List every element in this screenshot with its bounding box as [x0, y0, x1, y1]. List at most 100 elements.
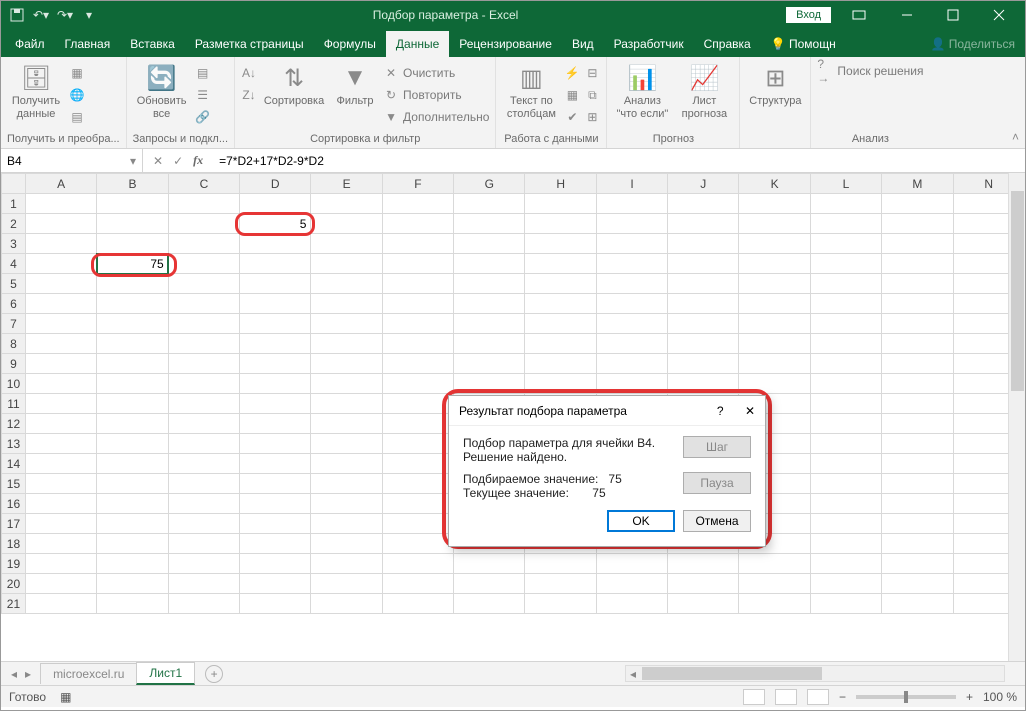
sheet-tab-2[interactable]: Лист1	[136, 662, 195, 685]
cell-M12[interactable]	[882, 414, 953, 434]
cell-G2[interactable]	[454, 214, 525, 234]
cell-H7[interactable]	[525, 314, 596, 334]
cell-H21[interactable]	[525, 594, 596, 614]
cell-D15[interactable]	[240, 474, 311, 494]
cell-I9[interactable]	[596, 354, 667, 374]
cell-J4[interactable]	[668, 254, 739, 274]
cell-D19[interactable]	[240, 554, 311, 574]
sheet-tab-1[interactable]: microexcel.ru	[40, 663, 137, 684]
tell-me-icon[interactable]: 💡 Помощн	[761, 31, 846, 57]
tab-developer[interactable]: Разработчик	[604, 31, 694, 57]
cell-J9[interactable]	[668, 354, 739, 374]
row-header-13[interactable]: 13	[2, 434, 26, 454]
share-button[interactable]: 👤 Поделиться	[920, 31, 1025, 57]
login-button[interactable]: Вход	[786, 7, 831, 23]
cell-C8[interactable]	[168, 334, 239, 354]
row-header-11[interactable]: 11	[2, 394, 26, 414]
cell-A6[interactable]	[25, 294, 96, 314]
cell-E12[interactable]	[311, 414, 382, 434]
cell-I6[interactable]	[596, 294, 667, 314]
cell-J2[interactable]	[668, 214, 739, 234]
cell-C14[interactable]	[168, 454, 239, 474]
solver-button[interactable]: ?→Поиск решения	[817, 61, 923, 81]
cell-H10[interactable]	[525, 374, 596, 394]
cell-I2[interactable]	[596, 214, 667, 234]
chevron-down-icon[interactable]: ▾	[130, 154, 136, 168]
col-header-E[interactable]: E	[311, 174, 382, 194]
cell-L6[interactable]	[810, 294, 881, 314]
cell-A3[interactable]	[25, 234, 96, 254]
cell-L11[interactable]	[810, 394, 881, 414]
cell-B5[interactable]	[97, 274, 168, 294]
cell-D8[interactable]	[240, 334, 311, 354]
cell-F14[interactable]	[382, 454, 453, 474]
cell-D17[interactable]	[240, 514, 311, 534]
view-layout-icon[interactable]	[775, 689, 797, 705]
remove-dup-button[interactable]: ▦	[564, 85, 580, 105]
collapse-ribbon-icon[interactable]: ˄	[1012, 130, 1019, 144]
cell-C18[interactable]	[168, 534, 239, 554]
cell-I10[interactable]	[596, 374, 667, 394]
cell-K20[interactable]	[739, 574, 810, 594]
cell-M18[interactable]	[882, 534, 953, 554]
cell-A20[interactable]	[25, 574, 96, 594]
relationships-button[interactable]: ⧉	[584, 85, 600, 105]
col-header-G[interactable]: G	[454, 174, 525, 194]
tab-data[interactable]: Данные	[386, 31, 449, 57]
cell-B15[interactable]	[97, 474, 168, 494]
cell-F3[interactable]	[382, 234, 453, 254]
zoom-out-icon[interactable]: −	[839, 690, 846, 704]
cell-G21[interactable]	[454, 594, 525, 614]
cell-A18[interactable]	[25, 534, 96, 554]
validation-button[interactable]: ✔	[564, 107, 580, 127]
cell-L12[interactable]	[810, 414, 881, 434]
cell-C19[interactable]	[168, 554, 239, 574]
cell-H4[interactable]	[525, 254, 596, 274]
cell-M8[interactable]	[882, 334, 953, 354]
cell-H5[interactable]	[525, 274, 596, 294]
cell-K9[interactable]	[739, 354, 810, 374]
horizontal-scrollbar[interactable]: ◂	[625, 665, 1005, 682]
cell-J7[interactable]	[668, 314, 739, 334]
cell-K10[interactable]	[739, 374, 810, 394]
cell-H19[interactable]	[525, 554, 596, 574]
cell-D2[interactable]: 5	[240, 214, 311, 234]
col-header-M[interactable]: M	[882, 174, 953, 194]
tab-insert[interactable]: Вставка	[120, 31, 185, 57]
cell-L21[interactable]	[810, 594, 881, 614]
cell-M4[interactable]	[882, 254, 953, 274]
tab-formulas[interactable]: Формулы	[314, 31, 386, 57]
cell-F6[interactable]	[382, 294, 453, 314]
cell-D7[interactable]	[240, 314, 311, 334]
hscroll-thumb[interactable]	[642, 667, 822, 680]
cell-H2[interactable]	[525, 214, 596, 234]
row-header-18[interactable]: 18	[2, 534, 26, 554]
cell-E8[interactable]	[311, 334, 382, 354]
cell-C7[interactable]	[168, 314, 239, 334]
cell-I4[interactable]	[596, 254, 667, 274]
cell-F8[interactable]	[382, 334, 453, 354]
cell-D21[interactable]	[240, 594, 311, 614]
cell-L16[interactable]	[810, 494, 881, 514]
cell-L3[interactable]	[810, 234, 881, 254]
cell-E2[interactable]	[311, 214, 382, 234]
cell-G3[interactable]	[454, 234, 525, 254]
cell-K8[interactable]	[739, 334, 810, 354]
cell-A17[interactable]	[25, 514, 96, 534]
cell-A10[interactable]	[25, 374, 96, 394]
cell-I1[interactable]	[596, 194, 667, 214]
ribbon-display-icon[interactable]	[845, 1, 873, 29]
maximize-icon[interactable]	[931, 1, 975, 29]
cell-I5[interactable]	[596, 274, 667, 294]
cell-G8[interactable]	[454, 334, 525, 354]
cell-D13[interactable]	[240, 434, 311, 454]
cell-L5[interactable]	[810, 274, 881, 294]
cell-D20[interactable]	[240, 574, 311, 594]
cell-J10[interactable]	[668, 374, 739, 394]
minimize-icon[interactable]	[885, 1, 929, 29]
cell-F21[interactable]	[382, 594, 453, 614]
cell-D3[interactable]	[240, 234, 311, 254]
cell-F11[interactable]	[382, 394, 453, 414]
row-header-15[interactable]: 15	[2, 474, 26, 494]
cell-F7[interactable]	[382, 314, 453, 334]
